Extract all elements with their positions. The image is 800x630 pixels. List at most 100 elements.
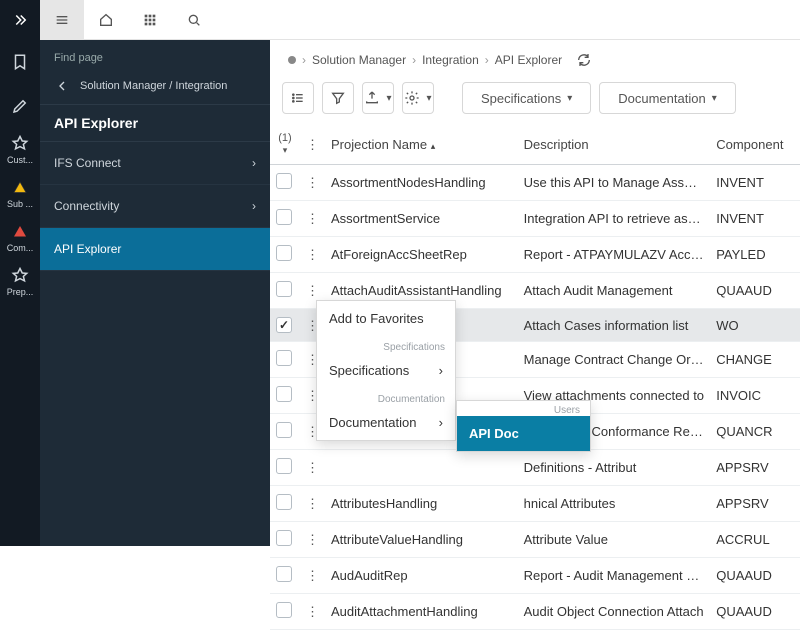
cell-component: QUAAUD bbox=[710, 594, 800, 630]
row-checkbox[interactable] bbox=[276, 173, 292, 189]
row-kebab-icon[interactable]: ⋮ bbox=[306, 461, 319, 474]
row-checkbox[interactable] bbox=[276, 458, 292, 474]
row-kebab-icon[interactable]: ⋮ bbox=[306, 569, 319, 582]
col-description[interactable]: Description bbox=[518, 124, 711, 165]
breadcrumb-part[interactable]: API Explorer bbox=[495, 53, 562, 67]
row-kebab-icon[interactable]: ⋮ bbox=[306, 497, 319, 510]
table-row[interactable]: ⋮ AudAuditRepReport - Audit Management Re… bbox=[270, 558, 800, 594]
rail-item-com[interactable]: Com... bbox=[0, 216, 40, 260]
documentation-button[interactable]: Documentation ▾ bbox=[599, 82, 735, 114]
sidebar-item[interactable]: Connectivity› bbox=[40, 185, 270, 228]
cell-description: Attach Audit Management bbox=[518, 273, 711, 309]
cell-projection-name: AudAuditRep bbox=[325, 558, 518, 594]
ctx-documentation[interactable]: Documentation › bbox=[317, 405, 455, 440]
cell-projection-name: AssortmentNodesHandling bbox=[325, 165, 518, 201]
chevron-right-icon: › bbox=[412, 53, 416, 67]
cell-component: QUAAUD bbox=[710, 558, 800, 594]
breadcrumb-part[interactable]: Solution Manager bbox=[312, 53, 406, 67]
chevron-right-icon: › bbox=[485, 53, 489, 67]
table-row[interactable]: ⋮AttributesHandlinghnical AttributesAPPS… bbox=[270, 486, 800, 522]
specifications-button[interactable]: Specifications ▾ bbox=[462, 82, 591, 114]
chevron-down-icon[interactable]: ▾ bbox=[283, 145, 288, 155]
cell-component: PAYLED bbox=[710, 237, 800, 273]
chevron-right-icon: › bbox=[439, 415, 443, 430]
table-row[interactable]: ⋮AttributeValueHandlingAttribute ValueAC… bbox=[270, 522, 800, 558]
chevron-down-icon: ▾ bbox=[386, 93, 391, 104]
rail-bookmark[interactable] bbox=[0, 40, 40, 84]
row-checkbox[interactable] bbox=[276, 209, 292, 225]
rail-item-sub[interactable]: Sub ... bbox=[0, 172, 40, 216]
cell-component: QUANCR bbox=[710, 414, 800, 450]
submenu-api-doc[interactable]: API Doc bbox=[457, 416, 590, 451]
cell-description: Use this API to Manage Assortm bbox=[518, 165, 711, 201]
chevron-down-icon: ▾ bbox=[712, 93, 717, 104]
cell-description: Attribute Value bbox=[518, 522, 711, 558]
cell-description: Audit Object Connection Attach bbox=[518, 594, 711, 630]
app-rail: Cust... Sub ... Com... Prep... bbox=[0, 0, 40, 546]
cell-description: Definitions - Attribut bbox=[518, 450, 711, 486]
row-kebab-icon[interactable]: ⋮ bbox=[306, 284, 319, 297]
row-checkbox[interactable] bbox=[276, 386, 292, 402]
cell-description: Report - Audit Management Rep bbox=[518, 558, 711, 594]
cell-projection-name: AssortmentService bbox=[325, 201, 518, 237]
row-checkbox[interactable] bbox=[276, 317, 292, 333]
table-row[interactable]: ⋮AtForeignAccSheetRepReport - ATPAYMULAZ… bbox=[270, 237, 800, 273]
apps-grid-icon[interactable] bbox=[128, 0, 172, 40]
cell-description: hnical Attributes bbox=[518, 486, 711, 522]
row-checkbox[interactable] bbox=[276, 245, 292, 261]
sidebar-item[interactable]: IFS Connect› bbox=[40, 142, 270, 185]
chevron-right-icon: › bbox=[439, 363, 443, 378]
rail-label: Cust... bbox=[7, 155, 33, 165]
sidebar-item-label: IFS Connect bbox=[54, 156, 121, 170]
search-icon[interactable] bbox=[172, 0, 216, 40]
col-projection-name[interactable]: Projection Name ▴ bbox=[325, 124, 518, 165]
row-checkbox[interactable] bbox=[276, 350, 292, 366]
ctx-specifications[interactable]: Specifications › bbox=[317, 353, 455, 388]
cell-component: QUAAUD bbox=[710, 273, 800, 309]
home-icon[interactable] bbox=[84, 0, 128, 40]
row-checkbox[interactable] bbox=[276, 281, 292, 297]
list-view-icon[interactable] bbox=[282, 82, 314, 114]
sidebar-item-label: Connectivity bbox=[54, 199, 119, 213]
header-kebab-icon[interactable]: ⋮ bbox=[306, 138, 319, 151]
refresh-icon[interactable] bbox=[576, 52, 592, 68]
rail-item-cust[interactable]: Cust... bbox=[0, 128, 40, 172]
rail-expand-icon[interactable] bbox=[11, 0, 29, 40]
hamburger-icon[interactable] bbox=[40, 0, 84, 40]
specifications-label: Specifications bbox=[481, 91, 561, 106]
breadcrumb-part[interactable]: Integration bbox=[422, 53, 479, 67]
documentation-label: Documentation bbox=[618, 91, 705, 106]
table-row[interactable]: ⋮AuditAttachmentHandlingAudit Object Con… bbox=[270, 594, 800, 630]
ctx-add-favorites[interactable]: Add to Favorites bbox=[317, 301, 455, 336]
chevron-down-icon: ▾ bbox=[567, 93, 572, 104]
table-row[interactable]: ⋮ AssortmentNodesHandlingUse this API to … bbox=[270, 165, 800, 201]
rail-edit[interactable] bbox=[0, 84, 40, 128]
row-kebab-icon[interactable]: ⋮ bbox=[306, 533, 319, 546]
ctx-section-doc: Documentation bbox=[317, 388, 455, 405]
row-checkbox[interactable] bbox=[276, 422, 292, 438]
export-icon[interactable]: ▾ bbox=[362, 82, 394, 114]
rail-item-prep[interactable]: Prep... bbox=[0, 260, 40, 304]
sidebar-item[interactable]: API Explorer bbox=[40, 228, 270, 271]
back-icon[interactable] bbox=[54, 78, 70, 94]
row-checkbox[interactable] bbox=[276, 494, 292, 510]
find-page-link[interactable]: Find page bbox=[40, 40, 270, 72]
table-row[interactable]: ⋮AssortmentServiceIntegration API to ret… bbox=[270, 201, 800, 237]
cell-component: APPSRV bbox=[710, 450, 800, 486]
table-row[interactable]: ⋮ Definitions - AttributAPPSRV bbox=[270, 450, 800, 486]
row-checkbox[interactable] bbox=[276, 566, 292, 582]
row-kebab-icon[interactable]: ⋮ bbox=[306, 176, 319, 189]
row-kebab-icon[interactable]: ⋮ bbox=[306, 248, 319, 261]
cell-component: INVENT bbox=[710, 201, 800, 237]
sort-asc-icon: ▴ bbox=[431, 141, 436, 151]
col-component[interactable]: Component bbox=[710, 124, 800, 165]
filter-icon[interactable] bbox=[322, 82, 354, 114]
settings-icon[interactable]: ▾ bbox=[402, 82, 434, 114]
row-kebab-icon[interactable]: ⋮ bbox=[306, 605, 319, 618]
row-checkbox[interactable] bbox=[276, 530, 292, 546]
chevron-down-icon: ▾ bbox=[426, 93, 431, 104]
sidebar-item-label: API Explorer bbox=[54, 242, 121, 256]
cell-component: APPSRV bbox=[710, 486, 800, 522]
row-kebab-icon[interactable]: ⋮ bbox=[306, 212, 319, 225]
row-checkbox[interactable] bbox=[276, 602, 292, 618]
